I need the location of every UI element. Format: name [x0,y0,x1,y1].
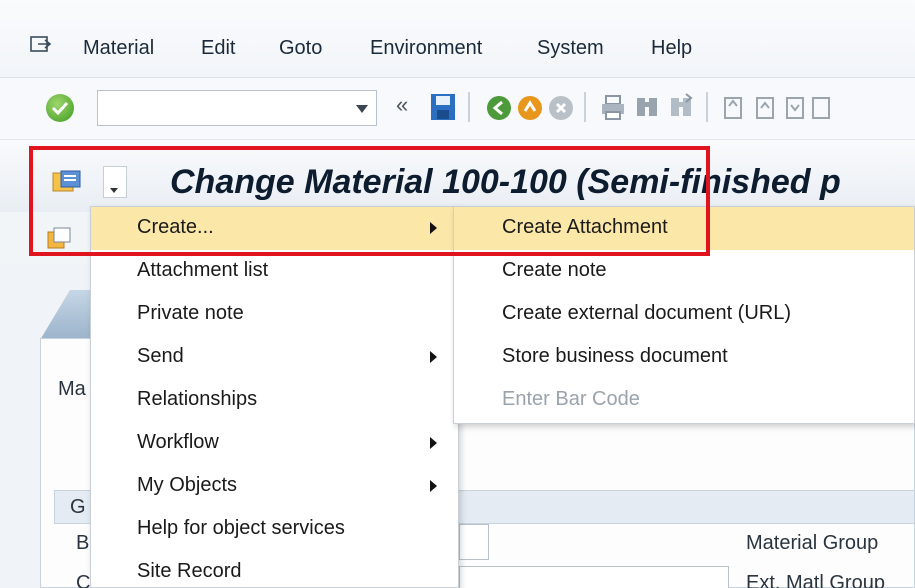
menu-item-label: Relationships [137,388,258,410]
previous-page-icon[interactable] [752,92,778,122]
object-services-menu: Create... Attachment list Private note S… [90,206,459,588]
submenu-item-enter-bar-code: Enter Bar Code [454,379,914,422]
material-group-label: Material Group [746,532,879,554]
menu-item-attachment-list[interactable]: Attachment list [91,250,458,293]
submenu-item-label: Create external document (URL) [502,302,792,324]
submenu-item-label: Create note [502,259,607,281]
menu-environment[interactable]: Environment [370,37,482,60]
menu-bar: Material Edit Goto Environment System He… [0,0,915,78]
menu-item-label: My Objects [137,474,238,496]
submenu-item-label: Enter Bar Code [502,388,640,410]
submenu-item-store-business-document[interactable]: Store business document [454,336,914,379]
toolbar-separator [706,92,708,122]
next-page-icon[interactable] [782,92,808,122]
menu-item-my-objects[interactable]: My Objects [91,465,458,508]
menu-item-private-note[interactable]: Private note [91,293,458,336]
first-page-icon[interactable] [720,92,746,122]
enter-check-icon[interactable] [46,94,74,122]
menu-item-site-record[interactable]: Site Record [91,551,458,588]
material-label: Ma [58,378,86,400]
menu-exit-icon[interactable] [30,36,52,54]
menu-item-label: Workflow [137,431,219,453]
ext-matl-group-label: Ext. Matl Group [746,572,885,588]
menu-item-workflow[interactable]: Workflow [91,422,458,465]
menu-item-label: Private note [137,302,244,324]
save-icon[interactable] [430,92,456,122]
old-material-input[interactable] [459,566,729,588]
menu-help[interactable]: Help [651,37,692,60]
submenu-item-create-external-document[interactable]: Create external document (URL) [454,293,914,336]
submenu-arrow-icon [430,480,437,492]
row-label-c: C [76,572,91,588]
submenu-arrow-icon [430,437,437,449]
group-label: G [70,496,86,518]
find-next-icon[interactable] [668,92,694,122]
cancel-icon[interactable] [548,92,574,122]
row-label-b: B [76,532,90,554]
menu-item-label: Help for object services [137,517,345,539]
base-unit-input[interactable] [459,524,489,560]
menu-item-relationships[interactable]: Relationships [91,379,458,422]
menu-item-label: Site Record [137,560,242,582]
standard-toolbar: « [0,78,915,140]
menu-item-help-object-services[interactable]: Help for object services [91,508,458,551]
back-icon[interactable] [486,92,512,122]
menu-item-label: Attachment list [137,259,269,281]
menu-material[interactable]: Material [83,37,154,60]
find-icon[interactable] [634,92,660,122]
chevron-down-icon[interactable] [356,105,368,113]
menu-item-label: Send [137,345,184,367]
menu-item-send[interactable]: Send [91,336,458,379]
menu-edit[interactable]: Edit [201,37,235,60]
exit-icon[interactable] [517,92,543,122]
menu-goto[interactable]: Goto [279,37,322,60]
last-page-icon[interactable] [808,92,834,122]
print-icon[interactable] [600,92,626,122]
toolbar-separator [584,92,586,122]
submenu-arrow-icon [430,351,437,363]
highlight-box [29,146,710,256]
toolbar-separator [468,92,470,122]
collapse-icon[interactable]: « [396,92,408,118]
menu-system[interactable]: System [537,37,604,60]
command-field[interactable] [97,90,377,126]
submenu-item-label: Store business document [502,345,728,367]
submenu-item-create-note[interactable]: Create note [454,250,914,293]
